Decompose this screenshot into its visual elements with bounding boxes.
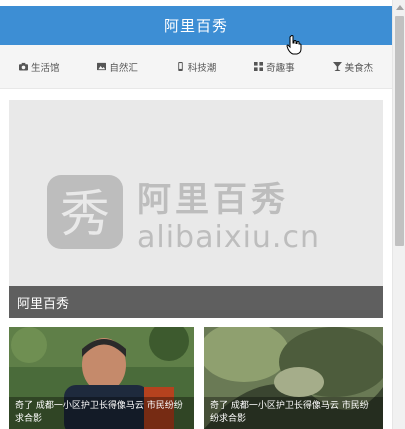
page-header: 阿里百秀 — [0, 6, 392, 45]
banner-slide[interactable]: 秀 阿里百秀 alibaixiu.cn 阿里百秀 — [9, 100, 383, 318]
svg-text:alibaixiu.cn: alibaixiu.cn — [137, 220, 320, 253]
camera-icon — [18, 62, 28, 71]
news-card-caption: 奇了 成都一小区护卫长得像马云 市民纷纷求合影 — [204, 397, 383, 429]
page: 阿里百秀 生活馆 自然汇 科技潮 奇趣事 美食杰 秀 阿里百秀 alibaixi… — [0, 0, 405, 429]
alibaixiu-logo: 秀 阿里百秀 alibaixiu.cn — [47, 175, 320, 253]
nav-item-tech[interactable]: 科技潮 — [157, 45, 235, 89]
svg-text:秀: 秀 — [60, 185, 110, 243]
mobile-icon — [178, 62, 183, 71]
page-title: 阿里百秀 — [163, 17, 228, 35]
nav-item-label: 自然汇 — [109, 62, 138, 74]
vertical-scrollbar[interactable] — [392, 0, 405, 429]
banner-caption: 阿里百秀 — [9, 286, 383, 318]
scroll-thumb[interactable] — [395, 16, 404, 246]
nav-item-label: 科技潮 — [187, 62, 217, 74]
picture-icon — [97, 62, 107, 71]
nav-item-label: 奇趣事 — [266, 62, 295, 74]
nav-item-label: 美食杰 — [344, 62, 374, 74]
news-card-caption: 奇了 成都一小区护卫长得像马云 市民纷纷求合影 — [9, 397, 194, 429]
hand-pointer-icon — [286, 35, 302, 55]
nav-item-life[interactable]: 生活馆 — [0, 45, 78, 89]
category-nav: 生活馆 自然汇 科技潮 奇趣事 美食杰 — [0, 45, 392, 89]
news-list: 奇了 成都一小区护卫长得像马云 市民纷纷求合影 奇了 成都一小区护卫长得像马云 … — [9, 327, 383, 429]
svg-text:阿里百秀: 阿里百秀 — [137, 180, 289, 220]
news-card[interactable]: 奇了 成都一小区护卫长得像马云 市民纷纷求合影 — [204, 327, 383, 429]
content-area: 阿里百秀 生活馆 自然汇 科技潮 奇趣事 美食杰 秀 阿里百秀 alibaixi… — [0, 0, 392, 429]
cup-icon — [332, 62, 342, 71]
grid-icon — [254, 62, 264, 71]
nav-item-nature[interactable]: 自然汇 — [78, 45, 156, 89]
scroll-up-arrow-icon[interactable] — [393, 0, 405, 14]
news-card[interactable]: 奇了 成都一小区护卫长得像马云 市民纷纷求合影 — [9, 327, 194, 429]
nav-item-label: 生活馆 — [30, 62, 60, 74]
banner-caption-text: 阿里百秀 — [17, 296, 70, 312]
nav-item-food[interactable]: 美食杰 — [314, 45, 392, 89]
